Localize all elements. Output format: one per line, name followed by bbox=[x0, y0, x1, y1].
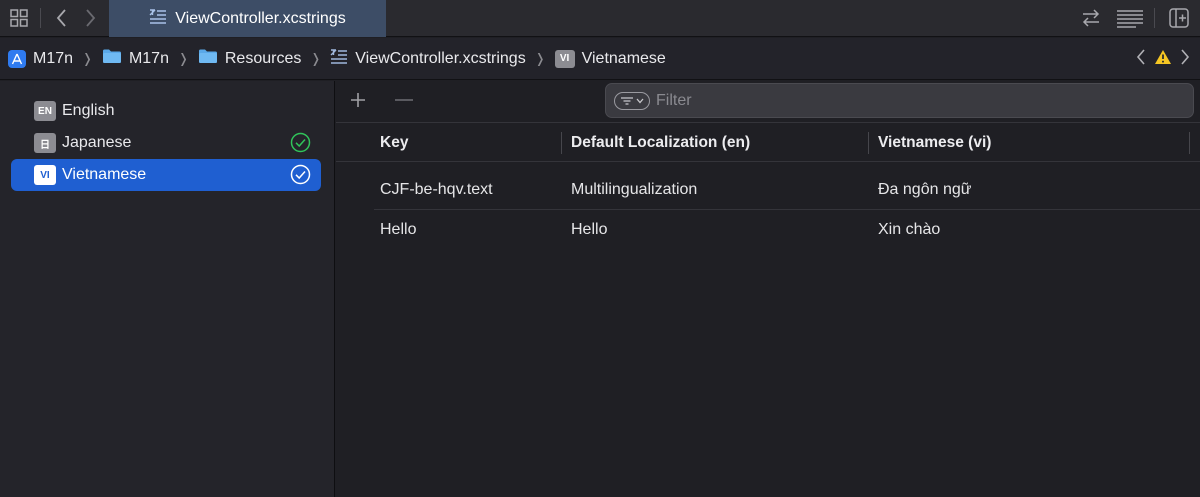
breadcrumb-label: ViewController.xcstrings bbox=[355, 49, 526, 67]
language-badge-icon: EN bbox=[34, 101, 56, 121]
language-list: EN English 日 Japanese VI Vietnamese bbox=[0, 81, 335, 497]
toolbar-divider bbox=[1154, 8, 1155, 28]
editor-toolbar bbox=[336, 81, 1200, 121]
back-chevron-icon[interactable] bbox=[49, 6, 75, 30]
breadcrumb-chevron-icon: ❭ bbox=[534, 50, 546, 66]
language-badge-icon: VI bbox=[554, 49, 575, 68]
checkmark-circle-icon bbox=[290, 164, 311, 190]
column-header-vietnamese[interactable]: Vietnamese (vi) bbox=[868, 123, 991, 162]
folder-icon bbox=[198, 48, 218, 69]
strings-file-icon bbox=[149, 8, 167, 29]
column-header-default-localization[interactable]: Default Localization (en) bbox=[561, 123, 750, 162]
swap-arrows-icon[interactable] bbox=[1078, 6, 1104, 30]
remove-string-button[interactable] bbox=[390, 87, 418, 113]
navigator-grid-icon[interactable] bbox=[6, 6, 32, 30]
folder-icon bbox=[102, 48, 122, 69]
language-badge-icon: VI bbox=[34, 165, 56, 185]
breadcrumb-chevron-icon: ❭ bbox=[82, 50, 93, 66]
table-row[interactable]: Hello Hello Xin chào bbox=[374, 210, 1200, 250]
breadcrumb-label: M17n bbox=[33, 49, 74, 67]
language-name: English bbox=[62, 102, 115, 119]
filter-options-icon[interactable] bbox=[614, 91, 650, 110]
breadcrumb-item-file[interactable]: ViewController.xcstrings bbox=[330, 48, 526, 69]
column-header-key[interactable]: Key bbox=[370, 123, 408, 162]
language-item-japanese[interactable]: 日 Japanese bbox=[11, 127, 321, 159]
editor-options-icon[interactable] bbox=[1115, 6, 1145, 30]
toolbar-divider bbox=[40, 8, 41, 28]
issue-navigation bbox=[1136, 48, 1190, 71]
breadcrumb-label: Vietnamese bbox=[581, 49, 666, 67]
filter-field[interactable] bbox=[605, 83, 1194, 118]
filter-input[interactable] bbox=[656, 91, 1176, 110]
string-catalog-editor: Key Default Localization (en) Vietnamese… bbox=[336, 81, 1200, 497]
breadcrumb-item-target[interactable]: M17n bbox=[8, 49, 74, 68]
tab-bar: ViewController.xcstrings bbox=[0, 0, 1200, 37]
language-name: Japanese bbox=[62, 134, 132, 151]
next-issue-chevron-icon[interactable] bbox=[1180, 48, 1190, 71]
warning-icon[interactable] bbox=[1154, 49, 1172, 70]
add-editor-icon[interactable] bbox=[1166, 6, 1192, 30]
tab-viewcontroller-xcstrings[interactable]: ViewController.xcstrings bbox=[109, 0, 386, 37]
breadcrumb-label: M17n bbox=[128, 49, 169, 67]
add-string-button[interactable] bbox=[344, 87, 372, 113]
checkmark-circle-icon bbox=[290, 132, 311, 158]
tab-title: ViewController.xcstrings bbox=[175, 9, 346, 27]
language-item-vietnamese[interactable]: VI Vietnamese bbox=[11, 159, 321, 191]
language-name: Vietnamese bbox=[62, 166, 147, 183]
table-row[interactable]: CJF-be-hqv.text Multilingualization Đa n… bbox=[374, 170, 1200, 210]
cell-vietnamese[interactable]: Đa ngôn ngữ bbox=[878, 170, 971, 209]
column-divider[interactable] bbox=[1189, 132, 1190, 154]
breadcrumb-item-group[interactable]: M17n bbox=[102, 48, 169, 69]
strings-file-icon bbox=[330, 48, 348, 69]
table-header: Key Default Localization (en) Vietnamese… bbox=[336, 122, 1200, 162]
breadcrumb-item-language[interactable]: VI Vietnamese bbox=[554, 49, 666, 68]
breadcrumb-chevron-icon: ❭ bbox=[177, 50, 189, 66]
language-item-english[interactable]: EN English bbox=[11, 95, 321, 127]
breadcrumb-chevron-icon: ❭ bbox=[310, 50, 322, 66]
breadcrumb-item-resources[interactable]: Resources bbox=[198, 48, 301, 69]
cell-vietnamese[interactable]: Xin chào bbox=[878, 210, 940, 249]
breadcrumb: M17n ❭ M17n ❭ Resources ❭ ViewController… bbox=[0, 38, 1200, 80]
app-target-icon bbox=[8, 49, 26, 68]
cell-key: Hello bbox=[380, 220, 417, 238]
cell-default-localization: Hello bbox=[571, 220, 608, 238]
cell-key: CJF-be-hqv.text bbox=[380, 180, 493, 198]
cell-default-localization: Multilingualization bbox=[571, 180, 698, 198]
language-badge-icon: 日 bbox=[34, 133, 56, 153]
previous-issue-chevron-icon[interactable] bbox=[1136, 48, 1146, 71]
breadcrumb-label: Resources bbox=[224, 49, 302, 67]
forward-chevron-icon[interactable] bbox=[77, 6, 103, 30]
